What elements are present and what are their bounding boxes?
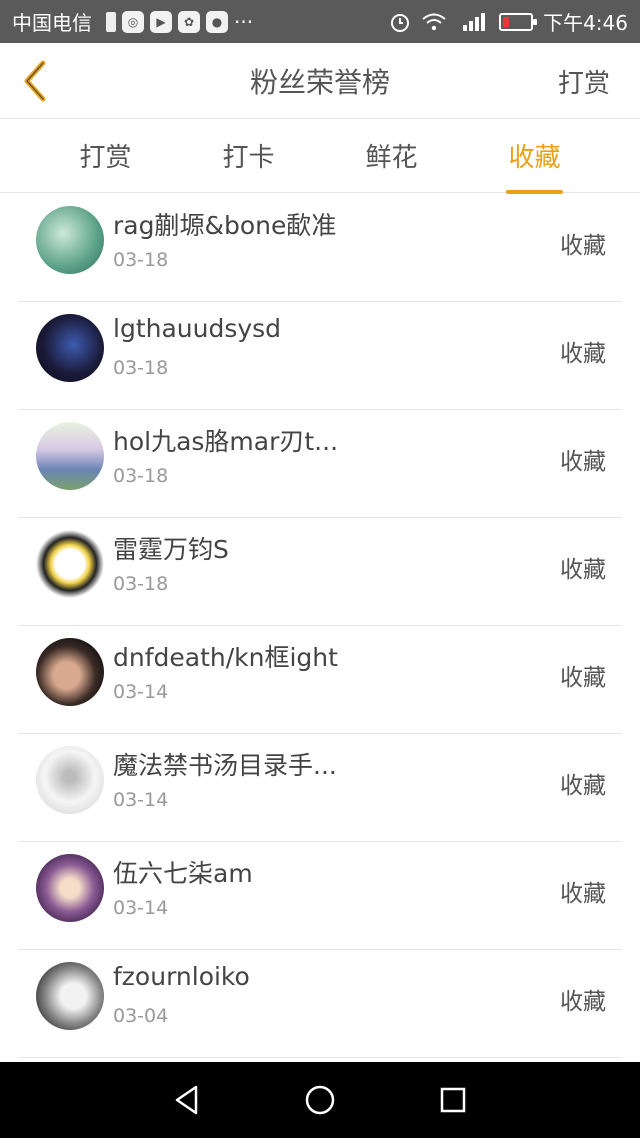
date-label: 03-14 — [113, 681, 169, 703]
avatar — [36, 206, 104, 274]
list-item[interactable]: 伍六七柒am 03-14 收藏 — [18, 842, 622, 950]
avatar — [36, 854, 104, 922]
user-name: 伍六七柒am — [113, 859, 253, 888]
action-label: 收藏 — [560, 773, 606, 799]
alarm-icon — [391, 13, 410, 32]
action-label: 收藏 — [560, 449, 606, 475]
browser-icon: ◎ — [122, 10, 144, 33]
date-label: 03-18 — [113, 573, 169, 595]
avatar — [36, 422, 104, 490]
list-item[interactable]: dnfdeath/kn框ight 03-14 收藏 — [18, 626, 622, 734]
user-name: rag蒯塬&bone歃准 — [113, 211, 337, 240]
map-pin-icon: ● — [206, 10, 228, 33]
circle-home-icon — [305, 1085, 335, 1115]
action-label: 收藏 — [560, 557, 606, 583]
action-label: 收藏 — [560, 989, 606, 1015]
date-label: 03-14 — [113, 789, 169, 811]
video-app-icon: ▶ — [150, 10, 172, 33]
action-label: 收藏 — [560, 341, 606, 367]
tab-favorites[interactable]: 收藏 — [506, 129, 563, 194]
tab-bar: 打赏 打卡 鲜花 收藏 — [0, 119, 640, 194]
user-name: hol九as胳mar刃t... — [113, 427, 339, 456]
avatar — [36, 314, 104, 382]
action-label: 收藏 — [560, 665, 606, 691]
fan-list: rag蒯塬&bone歃准 03-18 收藏 lgthauudsysd 03-18… — [0, 194, 640, 1058]
more-notifications-icon: ··· — [234, 9, 254, 34]
avatar — [36, 746, 104, 814]
date-label: 03-04 — [113, 1005, 169, 1027]
user-name: 魔法禁书汤目录手... — [113, 751, 337, 780]
square-recents-icon — [441, 1087, 466, 1113]
status-bar: 中国电信 ◎ ▶ ✿ ● ··· 下午4:46 — [0, 0, 640, 43]
user-name: lgthauudsysd — [113, 314, 282, 343]
tab-checkin[interactable]: 打卡 — [220, 129, 276, 182]
tab-reward[interactable]: 打赏 — [77, 129, 133, 182]
carrier-label: 中国电信 — [12, 11, 92, 35]
wechat-icon: ✿ — [178, 10, 200, 33]
reward-button[interactable]: 打赏 — [558, 63, 610, 100]
nav-back-button[interactable] — [167, 1080, 207, 1120]
user-name: dnfdeath/kn框ight — [113, 643, 338, 672]
tab-flowers[interactable]: 鲜花 — [363, 129, 419, 182]
user-name: fzournloiko — [113, 962, 250, 991]
page-title: 粉丝荣誉榜 — [249, 65, 390, 99]
clock: 下午4:46 — [543, 11, 628, 35]
date-label: 03-14 — [113, 897, 169, 919]
list-item[interactable]: 魔法禁书汤目录手... 03-14 收藏 — [18, 734, 622, 842]
user-name: 雷霆万钧S — [113, 535, 229, 564]
date-label: 03-18 — [113, 249, 169, 271]
avatar — [36, 530, 104, 598]
list-item[interactable]: fzournloiko 03-04 收藏 — [18, 950, 622, 1058]
signal-icon — [463, 12, 486, 31]
back-button[interactable] — [16, 57, 52, 105]
nav-recents-button[interactable] — [433, 1080, 473, 1120]
list-item[interactable]: lgthauudsysd 03-18 收藏 — [18, 302, 622, 410]
nav-home-button[interactable] — [300, 1080, 340, 1120]
list-item[interactable]: 雷霆万钧S 03-18 收藏 — [18, 518, 622, 626]
date-label: 03-18 — [113, 465, 169, 487]
avatar — [36, 962, 104, 1030]
avatar — [36, 638, 104, 706]
triangle-back-icon — [175, 1085, 197, 1115]
action-label: 收藏 — [560, 881, 606, 907]
sim-icon — [106, 11, 116, 32]
list-item[interactable]: rag蒯塬&bone歃准 03-18 收藏 — [18, 194, 622, 302]
list-item[interactable]: hol九as胳mar刃t... 03-18 收藏 — [18, 410, 622, 518]
wifi-icon — [422, 13, 446, 30]
header: 粉丝荣誉榜 打赏 — [0, 43, 640, 119]
date-label: 03-18 — [113, 357, 169, 379]
battery-icon — [499, 12, 538, 31]
chevron-left-icon — [24, 60, 46, 102]
action-label: 收藏 — [560, 233, 606, 259]
system-nav-bar — [0, 1062, 640, 1138]
